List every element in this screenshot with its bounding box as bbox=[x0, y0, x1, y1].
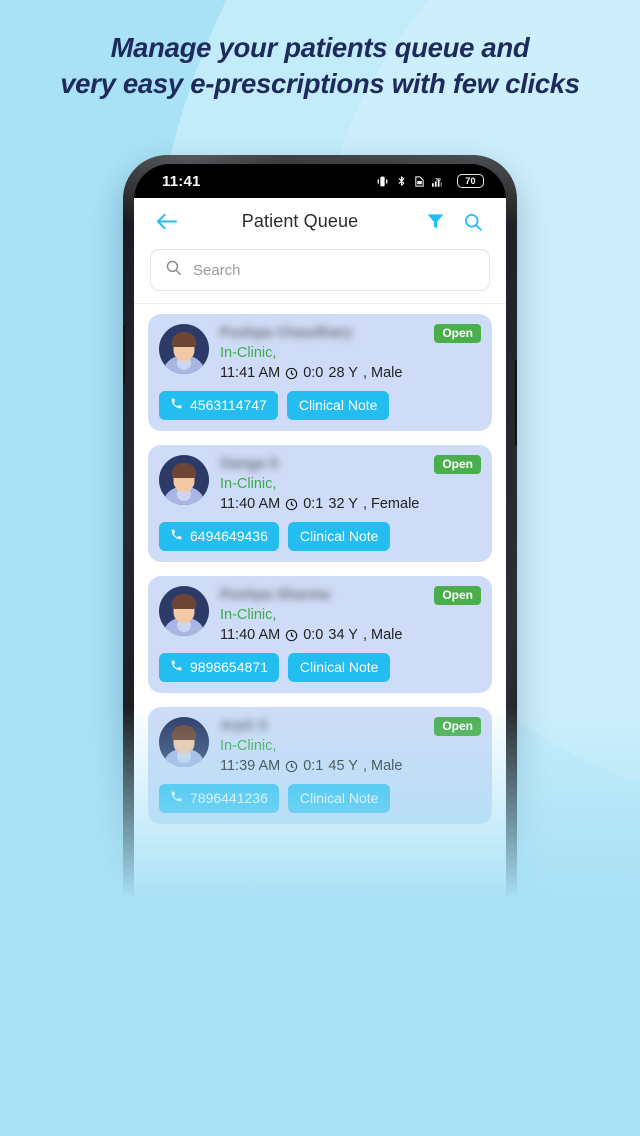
phone-volume-button[interactable] bbox=[123, 325, 125, 385]
patient-summary: Pushpa Chaudhary In-Clinic, 11:41 AM 0:0… bbox=[159, 324, 481, 383]
patient-name: Pushpa Chaudhary bbox=[220, 325, 353, 341]
patient-age: 28 Y bbox=[328, 365, 358, 381]
signal-icon: 5G bbox=[432, 175, 447, 188]
patient-phone: 9898654871 bbox=[190, 659, 268, 675]
patient-summary: Ganga S In-Clinic, 11:40 AM 0:1 32 Y , F… bbox=[159, 455, 481, 514]
wait-time: 0:0 bbox=[303, 365, 324, 381]
call-button[interactable]: 6494649436 bbox=[159, 522, 279, 551]
visit-type: In-Clinic, bbox=[220, 607, 277, 623]
patient-gender: , Female bbox=[362, 496, 420, 512]
card-actions: 6494649436 Clinical Note bbox=[159, 522, 481, 551]
clock-icon bbox=[285, 367, 298, 380]
search-input[interactable]: Search bbox=[150, 249, 490, 291]
background-bottom-fade bbox=[0, 706, 640, 1136]
avatar bbox=[159, 324, 209, 374]
clock-icon bbox=[285, 498, 298, 511]
bluetooth-icon bbox=[396, 174, 407, 188]
call-button[interactable]: 9898654871 bbox=[159, 653, 279, 682]
vibrate-icon bbox=[376, 175, 389, 188]
page-headline: Manage your patients queue and very easy… bbox=[0, 30, 640, 102]
appointment-time: 11:41 AM bbox=[220, 365, 281, 381]
arrow-left-icon[interactable] bbox=[152, 208, 180, 236]
visit-type: In-Clinic, bbox=[220, 476, 277, 492]
search-icon[interactable] bbox=[458, 207, 488, 237]
patient-age: 34 Y bbox=[328, 627, 358, 643]
funnel-icon[interactable] bbox=[420, 207, 450, 237]
patient-name: Pushpa Sharma bbox=[220, 587, 330, 603]
avatar bbox=[159, 455, 209, 505]
patient-details: Ganga S In-Clinic, 11:40 AM 0:1 32 Y , F… bbox=[220, 455, 481, 514]
wait-time: 0:0 bbox=[303, 627, 324, 643]
status-bar-time: 11:41 bbox=[162, 172, 201, 190]
clinical-note-button[interactable]: Clinical Note bbox=[287, 653, 391, 682]
wait-time: 0:1 bbox=[303, 496, 324, 512]
patient-age: 32 Y bbox=[328, 496, 358, 512]
patient-phone: 6494649436 bbox=[190, 528, 268, 544]
page-title: Patient Queue bbox=[241, 211, 359, 231]
table-row[interactable]: Open Ganga S In-Clinic, 11:40 AM 0:1 32 … bbox=[148, 445, 492, 562]
appointment-time: 11:40 AM bbox=[220, 496, 281, 512]
headline-line-1: Manage your patients queue and bbox=[110, 32, 530, 63]
clinical-note-button[interactable]: Clinical Note bbox=[286, 391, 390, 420]
patient-name: Ganga S bbox=[220, 456, 279, 472]
status-bar-icons: 5G 70 bbox=[376, 174, 484, 188]
app-bar: Patient Queue bbox=[134, 198, 506, 245]
status-bar: 11:41 5G 70 bbox=[134, 164, 506, 198]
visit-type: In-Clinic, bbox=[220, 345, 277, 361]
patient-summary: Pushpa Sharma In-Clinic, 11:40 AM 0:0 34… bbox=[159, 586, 481, 645]
phone-icon bbox=[170, 659, 183, 676]
phone-icon bbox=[170, 397, 183, 414]
clinical-note-button[interactable]: Clinical Note bbox=[287, 522, 391, 551]
phone-icon bbox=[170, 528, 183, 545]
sim-icon bbox=[414, 175, 425, 188]
search-icon bbox=[165, 259, 182, 281]
battery-icon: 70 bbox=[457, 174, 484, 188]
card-actions: 4563114747 Clinical Note bbox=[159, 391, 481, 420]
card-actions: 9898654871 Clinical Note bbox=[159, 653, 481, 682]
table-row[interactable]: Open Pushpa Sharma In-Clinic, 11:40 AM 0… bbox=[148, 576, 492, 693]
patient-phone: 4563114747 bbox=[190, 397, 267, 413]
patient-details: Pushpa Sharma In-Clinic, 11:40 AM 0:0 34… bbox=[220, 586, 481, 645]
clock-icon bbox=[285, 629, 298, 642]
patient-gender: , Male bbox=[362, 627, 403, 643]
patient-meta: 11:40 AM 0:1 32 Y , Female bbox=[220, 495, 481, 514]
table-row[interactable]: Open Pushpa Chaudhary In-Clinic, 11:41 A… bbox=[148, 314, 492, 431]
battery-level: 70 bbox=[465, 176, 476, 186]
patient-meta: 11:41 AM 0:0 28 Y , Male bbox=[220, 364, 481, 383]
phone-power-button[interactable] bbox=[515, 360, 517, 446]
patient-meta: 11:40 AM 0:0 34 Y , Male bbox=[220, 626, 481, 645]
patient-details: Pushpa Chaudhary In-Clinic, 11:41 AM 0:0… bbox=[220, 324, 481, 383]
call-button[interactable]: 4563114747 bbox=[159, 391, 278, 420]
search-placeholder: Search bbox=[193, 261, 241, 279]
headline-line-2: very easy e-prescriptions with few click… bbox=[60, 68, 580, 99]
avatar bbox=[159, 586, 209, 636]
appointment-time: 11:40 AM bbox=[220, 627, 281, 643]
patient-gender: , Male bbox=[362, 365, 403, 381]
